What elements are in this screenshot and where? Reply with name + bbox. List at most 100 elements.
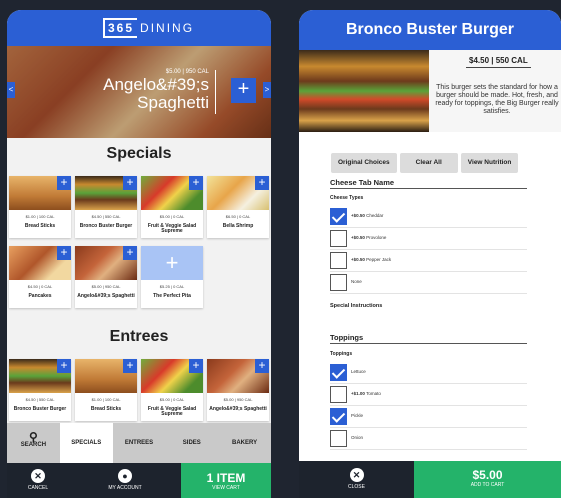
- option-row[interactable]: Onion: [330, 428, 527, 450]
- item-meta: $1.00 | 100 CAL: [91, 397, 121, 402]
- option-label: Pepper Jack: [366, 257, 392, 262]
- option-row[interactable]: Lettuce: [330, 362, 527, 384]
- tab-entrees[interactable]: ENTREES: [113, 423, 166, 463]
- item-detail-screen: Bronco Buster Burger $4.50 | 550 CAL Thi…: [299, 10, 561, 498]
- option-label: Provolone: [366, 235, 387, 240]
- item-name: Bread Sticks: [90, 406, 122, 412]
- item-meta: $5.00 | 950 CAL: [91, 284, 121, 289]
- divider: [215, 70, 216, 114]
- search-icon: ⚲: [29, 430, 38, 444]
- option-price: +$0.50: [351, 257, 365, 262]
- add-icon[interactable]: +: [123, 176, 137, 190]
- item-photo: [299, 50, 429, 132]
- checkbox-checked[interactable]: [330, 408, 347, 425]
- view-nutrition-button[interactable]: View Nutrition: [460, 153, 519, 173]
- option-label: Lettuce: [351, 369, 366, 374]
- featured-add-button[interactable]: +: [231, 78, 256, 103]
- item-name: Pancakes: [28, 293, 52, 299]
- option-label: Onion: [351, 435, 364, 440]
- menu-item-card[interactable]: + $4.50 | 550 CAL Bronco Buster Burger: [9, 359, 71, 421]
- featured-banner[interactable]: < > $5.00 | 950 CAL Angelo&#39;s Spaghet…: [7, 46, 271, 138]
- close-button[interactable]: ✕ CLOSE: [299, 461, 414, 498]
- item-meta: $5.00 | 0 CAL: [159, 397, 185, 402]
- view-cart-label: VIEW CART: [212, 485, 240, 491]
- next-arrow-icon[interactable]: >: [263, 82, 271, 98]
- add-icon[interactable]: +: [57, 246, 71, 260]
- option-row[interactable]: +$0.50 Pepper Jack: [330, 250, 527, 272]
- bottom-bar: ✕ CANCEL ● MY ACCOUNT 1 ITEM VIEW CART: [7, 463, 271, 498]
- item-banner: $4.50 | 550 CAL This burger sets the sta…: [299, 50, 561, 132]
- menu-item-card[interactable]: + $4.50 | 0 CAL Pancakes: [9, 246, 71, 308]
- option-row[interactable]: +$0.50 Provolone: [330, 228, 527, 250]
- brand-logo: 365 DINING: [103, 17, 200, 39]
- my-account-button[interactable]: ● MY ACCOUNT: [69, 463, 181, 498]
- item-meta: $4.50 | 550 CAL: [91, 214, 121, 219]
- checkbox[interactable]: [330, 430, 347, 447]
- toppings-subtitle: Toppings: [330, 351, 353, 357]
- view-cart-button[interactable]: 1 ITEM VIEW CART: [181, 463, 271, 498]
- user-icon: ●: [118, 469, 132, 483]
- my-account-label: MY ACCOUNT: [108, 485, 142, 491]
- add-to-cart-button[interactable]: $5.00 ADD TO CART: [414, 461, 561, 498]
- menu-item-card[interactable]: + $5.00 | 0 CAL Fruit & Veggie Salad Sup…: [141, 176, 203, 238]
- add-icon[interactable]: +: [255, 176, 269, 190]
- option-row[interactable]: Pickle: [330, 406, 527, 428]
- add-icon[interactable]: +: [123, 359, 137, 373]
- option-row[interactable]: None: [330, 272, 527, 294]
- checkbox[interactable]: [330, 252, 347, 269]
- original-choices-button[interactable]: Original Choices: [331, 153, 397, 173]
- option-row[interactable]: +$1.00 Tomato: [330, 384, 527, 406]
- checkbox[interactable]: [330, 230, 347, 247]
- menu-item-card[interactable]: + $6.50 | 0 CAL Bella Shrimp: [207, 176, 269, 238]
- add-icon[interactable]: +: [255, 359, 269, 373]
- special-instructions-link[interactable]: Special Instructions: [330, 303, 382, 309]
- add-icon[interactable]: +: [123, 246, 137, 260]
- option-price: +$1.00: [351, 391, 365, 396]
- menu-item-card[interactable]: + $1.00 | 100 CAL Bread Sticks: [9, 176, 71, 238]
- clear-all-button[interactable]: Clear All: [399, 153, 458, 173]
- option-buttons: Original Choices Clear All View Nutritio…: [331, 153, 519, 173]
- option-label: Tomato: [366, 391, 381, 396]
- cancel-button[interactable]: ✕ CANCEL: [7, 463, 69, 498]
- add-icon[interactable]: +: [57, 359, 71, 373]
- add-icon[interactable]: +: [57, 176, 71, 190]
- option-price: +$0.50: [351, 213, 365, 218]
- item-meta: $4.50 | 0 CAL: [27, 284, 53, 289]
- item-meta: $4.50 | 550 CAL: [25, 397, 55, 402]
- checkbox[interactable]: [330, 386, 347, 403]
- item-name: Fruit & Veggie Salad Supreme: [147, 223, 197, 234]
- tab-search[interactable]: ⚲ SEARCH: [7, 423, 60, 463]
- item-name: Fruit & Veggie Salad Supreme: [147, 406, 197, 417]
- item-meta: $6.50 | 0 CAL: [225, 214, 251, 219]
- add-icon[interactable]: +: [189, 359, 203, 373]
- item-description: This burger sets the standard for how a …: [435, 84, 559, 115]
- menu-item-card[interactable]: + $5.00 | 950 CAL Angelo&#39;s Spaghetti: [207, 359, 269, 421]
- item-name: Bella Shrimp: [222, 223, 254, 229]
- item-name: Bronco Buster Burger: [13, 406, 67, 412]
- item-price: $4.50 | 550 CAL: [466, 56, 531, 68]
- tab-specials[interactable]: SPECIALS: [59, 423, 113, 463]
- detail-bottom-bar: ✕ CLOSE $5.00 ADD TO CART: [299, 461, 561, 498]
- option-label: None: [351, 279, 362, 284]
- cancel-label: CANCEL: [27, 485, 49, 491]
- menu-item-card[interactable]: + $5.00 | 0 CAL Fruit & Veggie Salad Sup…: [141, 359, 203, 421]
- add-icon[interactable]: +: [189, 176, 203, 190]
- tab-sides[interactable]: SIDES: [165, 423, 218, 463]
- menu-item-card[interactable]: $5.25 | 0 CAL The Perfect Pita: [141, 246, 203, 308]
- brand-logo-text: DINING: [140, 21, 195, 35]
- checkbox-checked[interactable]: [330, 364, 347, 381]
- menu-screen: 365 DINING < > $5.00 | 950 CAL Angelo&#3…: [7, 10, 271, 498]
- menu-item-card[interactable]: + $4.50 | 550 CAL Bronco Buster Burger: [75, 176, 137, 238]
- menu-item-card[interactable]: + $5.00 | 950 CAL Angelo&#39;s Spaghetti: [75, 246, 137, 308]
- tab-bakery[interactable]: BAKERY: [218, 423, 271, 463]
- cheese-group-title: Cheese Tab Name: [330, 178, 527, 189]
- item-meta: $5.00 | 0 CAL: [159, 214, 185, 219]
- prev-arrow-icon[interactable]: <: [7, 82, 15, 98]
- total-price: $5.00: [472, 468, 503, 482]
- toppings-group-title: Toppings: [330, 333, 527, 344]
- cart-count: 1 ITEM: [206, 471, 246, 485]
- option-row[interactable]: +$0.50 Cheddar: [330, 206, 527, 228]
- menu-item-card[interactable]: + $1.00 | 100 CAL Bread Sticks: [75, 359, 137, 421]
- checkbox[interactable]: [330, 274, 347, 291]
- checkbox-checked[interactable]: [330, 208, 347, 225]
